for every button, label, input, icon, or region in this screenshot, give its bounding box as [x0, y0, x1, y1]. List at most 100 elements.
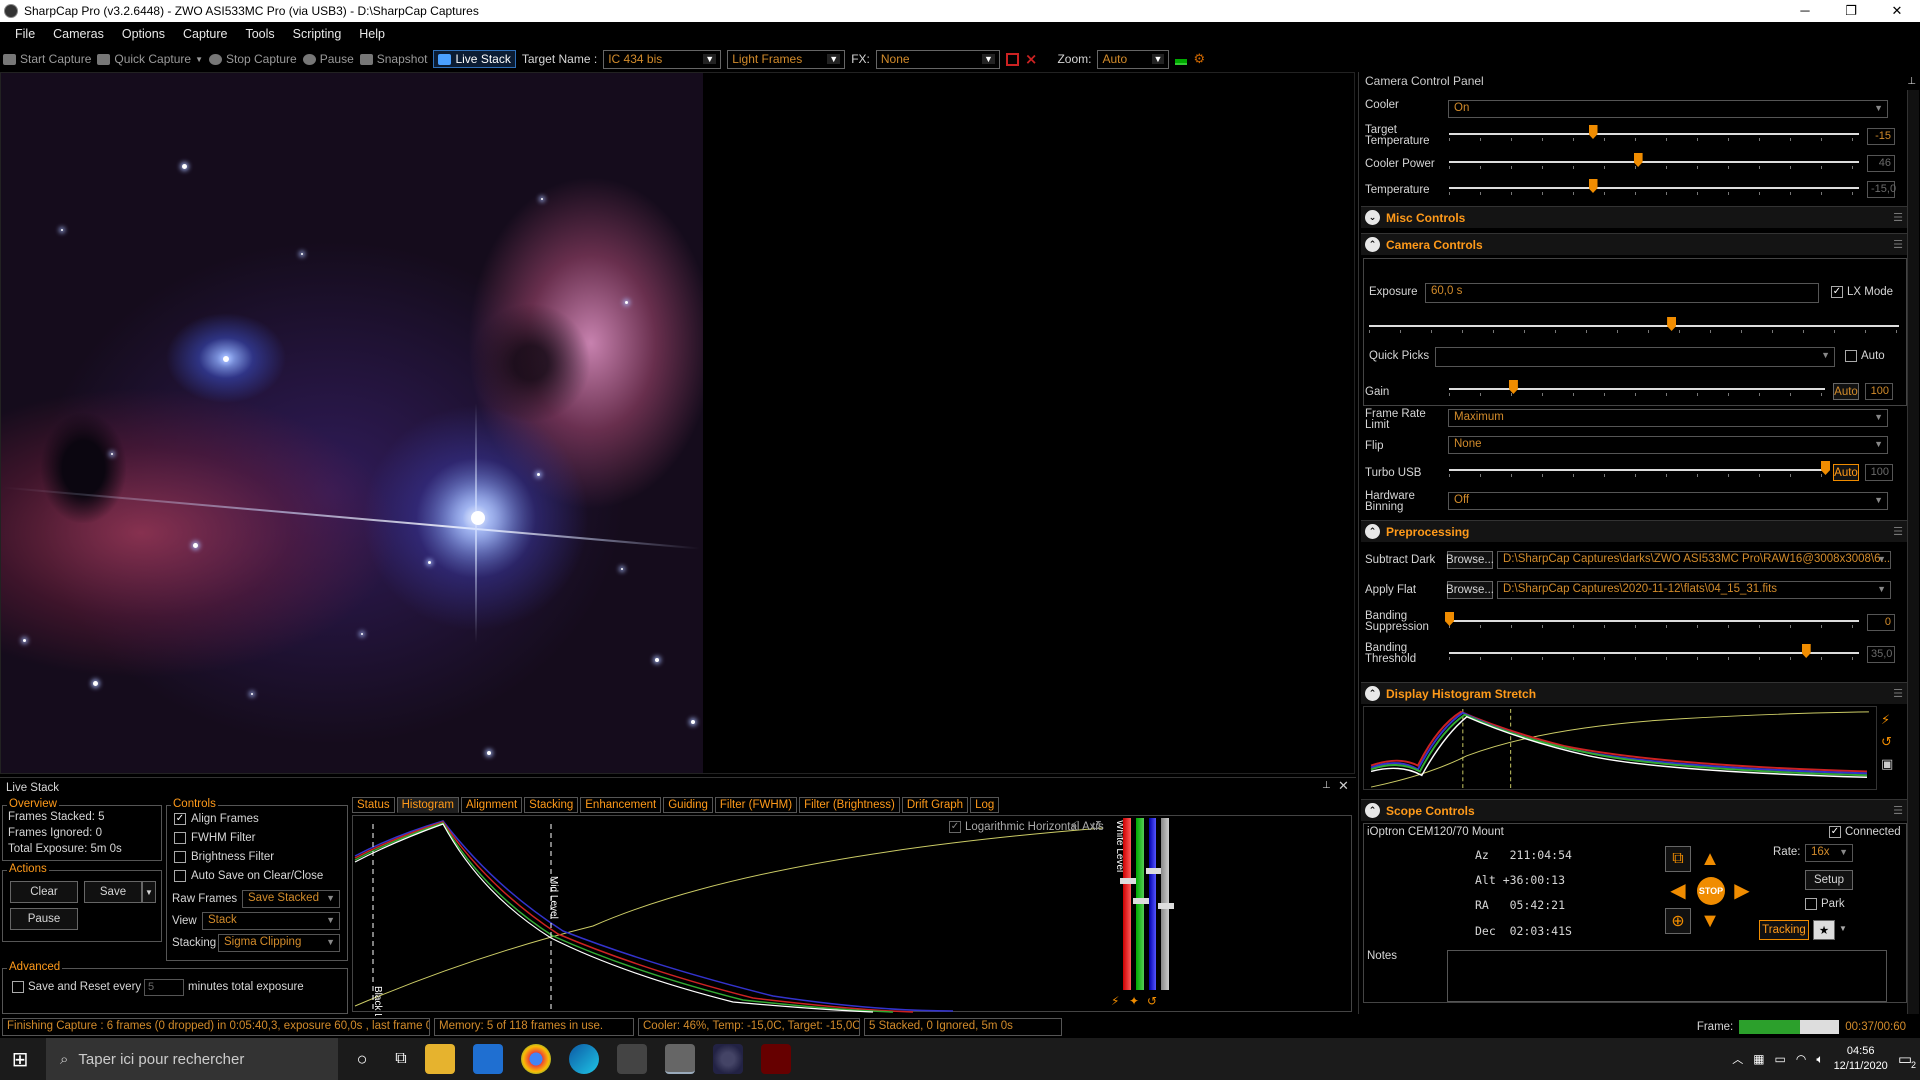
align-frames-checkbox[interactable]: ✓ Align Frames [174, 813, 259, 825]
park-checkbox[interactable]: Park [1805, 898, 1845, 910]
file-explorer-icon[interactable] [425, 1044, 455, 1074]
recording-app-icon[interactable] [761, 1044, 791, 1074]
banding-suppression-value[interactable]: 0 [1867, 614, 1895, 631]
banding-suppression-slider[interactable] [1445, 612, 1859, 628]
tool-app-icon[interactable] [617, 1044, 647, 1074]
display-histogram-chart[interactable] [1363, 706, 1877, 790]
frame-rate-select[interactable]: Maximum ▼ [1448, 409, 1888, 427]
slider-thumb[interactable] [1508, 380, 1518, 394]
turbo-usb-slider[interactable] [1449, 461, 1830, 477]
auto-save-checkbox[interactable]: Auto Save on Clear/Close [174, 870, 323, 882]
tab-guiding[interactable]: Guiding [663, 797, 713, 813]
snapshot-button[interactable]: Snapshot [359, 52, 427, 66]
flat-browse-button[interactable]: Browse... [1446, 581, 1494, 599]
turbo-auto-button[interactable]: Auto [1833, 464, 1859, 481]
luminance-slider[interactable] [1158, 818, 1175, 990]
setup-button[interactable]: Setup [1805, 870, 1853, 890]
rate-select[interactable]: 16x ▼ [1805, 844, 1853, 862]
scrollbar[interactable] [1907, 90, 1919, 1014]
pause-button[interactable]: Pause [10, 908, 78, 930]
live-stack-button[interactable]: Live Stack [433, 50, 516, 68]
tab-stacking[interactable]: Stacking [524, 797, 579, 813]
menu-tools[interactable]: Tools [236, 27, 283, 41]
pause-button[interactable]: Pause [302, 52, 354, 66]
quick-picks-auto-checkbox[interactable]: Auto [1845, 350, 1885, 362]
lx-mode-checkbox[interactable]: ✓ LX Mode [1831, 286, 1893, 298]
tracking-button[interactable]: Tracking [1759, 920, 1809, 940]
stop-capture-button[interactable]: Stop Capture [209, 52, 297, 66]
menu-file[interactable]: File [6, 27, 44, 41]
task-view-icon[interactable]: ⧉ [386, 1050, 416, 1068]
menu-cameras[interactable]: Cameras [44, 27, 113, 41]
tab-enhancement[interactable]: Enhancement [580, 797, 662, 813]
reticle-icon[interactable]: ⨯ [1025, 50, 1038, 68]
histogram-icon[interactable] [1175, 53, 1188, 65]
reset-icon[interactable]: ↺ [1881, 734, 1892, 750]
gain-slider[interactable] [1449, 380, 1825, 396]
quick-capture-button[interactable]: Quick Capture ▼ [97, 52, 203, 66]
tab-status[interactable]: Status [352, 797, 395, 813]
tab-filter-fwhm[interactable]: Filter (FWHM) [714, 797, 798, 813]
exposure-slider[interactable] [1369, 317, 1899, 333]
misc-controls-header[interactable]: ⌄ Misc Controls ☰ [1361, 206, 1909, 228]
menu-help[interactable]: Help [350, 27, 394, 41]
blue-slider[interactable] [1145, 818, 1162, 990]
view-select[interactable]: Stack ▼ [202, 912, 340, 930]
preprocessing-header[interactable]: ⌃ Preprocessing ☰ [1361, 520, 1909, 542]
binning-select[interactable]: Off ▼ [1448, 492, 1888, 510]
pin-icon[interactable]: ⊥ [1322, 780, 1331, 791]
rgb-balance-sliders[interactable] [1109, 818, 1175, 990]
menu-icon[interactable]: ☰ [1893, 211, 1903, 224]
start-capture-button[interactable]: Start Capture [3, 52, 91, 66]
cooler-select[interactable]: On ▼ [1448, 100, 1888, 118]
cortana-icon[interactable]: ○ [338, 1049, 386, 1070]
display-histogram-header[interactable]: ⌃ Display Histogram Stretch ☰ [1361, 682, 1909, 704]
auto-stretch-icon[interactable]: ⚡ [1111, 994, 1119, 1008]
menu-capture[interactable]: Capture [174, 27, 236, 41]
gain-auto-button[interactable]: Auto [1833, 383, 1859, 400]
fx-select[interactable]: None ▼ [875, 49, 1000, 69]
arrow-right-icon[interactable]: ▶ [1729, 877, 1755, 903]
notes-textarea[interactable] [1447, 950, 1887, 1002]
star-icon[interactable]: ★ [1813, 920, 1835, 940]
menu-scripting[interactable]: Scripting [284, 27, 351, 41]
dark-browse-button[interactable]: Browse... [1446, 551, 1494, 569]
quick-picks-select[interactable]: ▼ [1435, 347, 1835, 367]
auto-stretch-icon[interactable]: ⚡ [1881, 712, 1890, 728]
save-reset-checkbox[interactable]: Save and Reset every [12, 981, 141, 993]
slew-to-icon[interactable]: ⧉ [1665, 846, 1691, 872]
taskbar-clock[interactable]: 04:56 12/11/2020 [1834, 1044, 1888, 1074]
zoom-select[interactable]: Auto ▼ [1097, 49, 1170, 69]
menu-options[interactable]: Options [113, 27, 174, 41]
slider-thumb[interactable] [1120, 878, 1136, 884]
reset-icon[interactable]: ↺ [1091, 818, 1102, 834]
slider-thumb[interactable] [1588, 125, 1598, 139]
target-temp-slider[interactable] [1449, 125, 1859, 141]
tab-filter-brightness[interactable]: Filter (Brightness) [799, 797, 900, 813]
planetarium-icon[interactable] [713, 1044, 743, 1074]
tray-chevron-up-icon[interactable]: ︿ [1732, 1051, 1743, 1067]
battery-icon[interactable]: ▭ [1775, 1052, 1786, 1066]
target-icon[interactable]: ⊕ [1665, 908, 1691, 934]
menu-icon[interactable]: ☰ [1893, 525, 1903, 538]
volume-icon[interactable]: 🔈︎ [1816, 1052, 1823, 1067]
mail-icon[interactable] [473, 1044, 503, 1074]
flat-path-select[interactable]: D:\SharpCap Captures\2020-11-12\flats\04… [1497, 581, 1891, 599]
slider-thumb[interactable] [1667, 317, 1677, 331]
stacking-select[interactable]: Sigma Clipping ▼ [218, 934, 340, 952]
slider-thumb[interactable] [1132, 898, 1149, 904]
pin-icon[interactable]: ⊥ [1907, 76, 1916, 87]
green-slider[interactable] [1132, 818, 1149, 990]
exposure-input[interactable]: 60,0 s [1425, 283, 1819, 303]
close-button[interactable]: ✕ [1874, 0, 1920, 22]
slider-thumb[interactable] [1145, 868, 1162, 874]
live-stack-histogram[interactable]: Black Level Mid Level ✓ Logarithmic Horiz… [352, 815, 1352, 1037]
maximize-button[interactable]: ❐ [1828, 0, 1874, 22]
auto-stretch-icon[interactable]: ⚡ [1069, 818, 1079, 835]
gain-value[interactable]: 100 [1865, 383, 1893, 400]
save-icon[interactable]: ▣ [1881, 756, 1893, 772]
scope-controls-header[interactable]: ⌃ Scope Controls ☰ [1361, 799, 1909, 821]
arrow-down-icon[interactable]: ▼ [1697, 908, 1723, 934]
capture-image-view[interactable] [0, 72, 1355, 774]
raw-frames-select[interactable]: Save Stacked ▼ [242, 890, 340, 908]
